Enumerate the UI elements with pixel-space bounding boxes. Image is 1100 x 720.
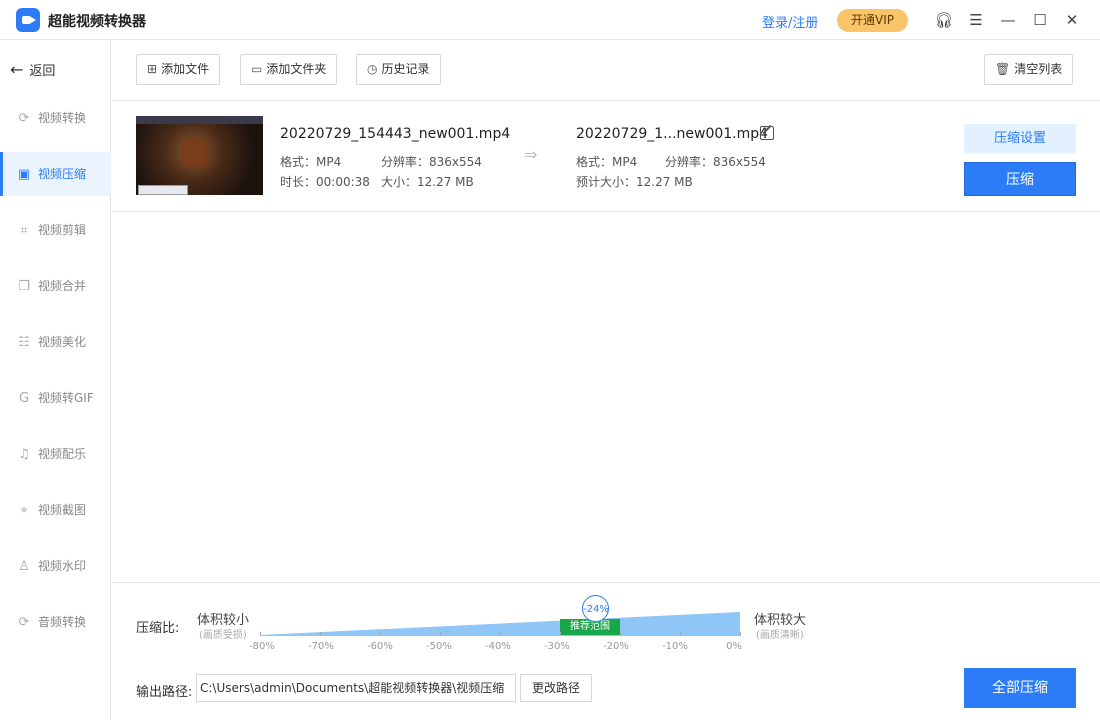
tick-label: -40%: [485, 641, 511, 652]
tick-mark: [440, 632, 441, 636]
tick-label: -20%: [603, 641, 629, 652]
screenshot-icon: ⌖: [20, 503, 28, 518]
compression-ratio-label: 压缩比:: [136, 621, 180, 636]
output-path-label: 输出路径:: [136, 685, 193, 700]
tick-mark: [320, 632, 321, 636]
sidebar-item-label: 视频转换: [38, 111, 87, 125]
audio-convert-icon: ⟳: [18, 615, 30, 630]
add-folder-label: 添加文件夹: [266, 62, 327, 76]
sidebar-item-label: 视频美化: [38, 335, 87, 349]
sidebar-item-video-compress[interactable]: ▣ 视频压缩: [0, 152, 111, 196]
compress-all-button[interactable]: 全部压缩: [964, 668, 1076, 708]
sidebar: ← 返回 ⟳ 视频转换 ▣ 视频压缩 ⌗ 视频剪辑 ❐ 视频合并 ☷ 视频美化 G 视频转GI…: [0, 40, 111, 720]
sidebar-item-video-music[interactable]: ♫ 视频配乐: [0, 432, 111, 476]
history-label: 历史记录: [381, 62, 430, 76]
history-button[interactable]: ◷ 历史记录: [356, 54, 441, 85]
add-file-icon: ⊞: [147, 62, 158, 76]
sidebar-item-video-screenshot[interactable]: ⌖ 视频截图: [0, 488, 111, 532]
sidebar-item-video-merge[interactable]: ❐ 视频合并: [0, 264, 111, 308]
sidebar-item-label: 视频水印: [38, 559, 87, 573]
clear-list-label: 清空列表: [1014, 62, 1063, 76]
tick-label: -30%: [544, 641, 570, 652]
convert-arrow-icon: ⇒: [524, 145, 538, 164]
sidebar-item-label: 视频压缩: [38, 167, 87, 181]
sidebar-item-label: 视频截图: [38, 503, 87, 517]
output-path-field[interactable]: C:\Users\admin\Documents\超能视频转换器\视频压缩: [196, 674, 516, 702]
add-folder-button[interactable]: ▭ 添加文件夹: [240, 54, 338, 85]
login-register-link[interactable]: 登录/注册: [762, 12, 818, 31]
maximize-icon[interactable]: ☐: [1030, 10, 1050, 30]
folder-icon: ▭: [251, 62, 263, 76]
music-icon: ♫: [18, 447, 30, 462]
crop-icon: ⌗: [20, 223, 28, 238]
tick-mark: [740, 632, 741, 636]
target-size: 预计大小：12.27 MB: [576, 175, 693, 189]
tick-mark: [620, 632, 621, 636]
compression-slider-handle[interactable]: -24%: [582, 595, 609, 622]
tick-mark: [500, 632, 501, 636]
vip-button[interactable]: 开通VIP: [837, 9, 908, 32]
tick-label: -60%: [367, 641, 393, 652]
app-title: 超能视频转换器: [48, 14, 146, 30]
tick-mark: [260, 632, 261, 636]
source-duration: 时长：00:00:38: [280, 175, 370, 189]
back-label: 返回: [29, 64, 56, 79]
tick-label: -70%: [308, 641, 334, 652]
source-file-name: 20220729_154443_new001.mp4: [280, 126, 511, 142]
compress-settings-button[interactable]: 压缩设置: [964, 124, 1076, 153]
menu-icon[interactable]: ☰: [966, 10, 986, 30]
headset-icon[interactable]: 🎧︎: [934, 10, 954, 30]
larger-size-hint: (画质清晰): [756, 630, 804, 641]
clear-list-button[interactable]: 🗑︎ 清空列表: [984, 54, 1074, 85]
sidebar-item-label: 视频配乐: [38, 447, 87, 461]
change-path-button[interactable]: 更改路径: [520, 674, 592, 702]
video-thumbnail: [136, 116, 263, 195]
app-logo-icon: [16, 8, 40, 32]
add-file-label: 添加文件: [161, 62, 210, 76]
tick-label: 0%: [726, 641, 742, 652]
clock-icon: ◷: [367, 62, 378, 76]
close-icon[interactable]: ✕: [1062, 10, 1082, 30]
tick-label: -10%: [662, 641, 688, 652]
sidebar-item-video-beautify[interactable]: ☷ 视频美化: [0, 320, 111, 364]
tick-label: -50%: [426, 641, 452, 652]
sidebar-item-video-edit[interactable]: ⌗ 视频剪辑: [0, 208, 111, 252]
sidebar-item-video-convert[interactable]: ⟳ 视频转换: [0, 96, 111, 140]
tick-label: -80%: [249, 641, 275, 652]
sidebar-item-label: 视频合并: [38, 279, 87, 293]
target-format: 格式：MP4: [576, 155, 638, 169]
title-bar: 超能视频转换器 登录/注册 开通VIP 🎧︎ ☰ — ☐ ✕: [0, 0, 1100, 40]
compress-icon: ▣: [17, 167, 31, 182]
file-row: 20220729_154443_new001.mp4 格式：MP4 分辨率：83…: [112, 101, 1100, 212]
sidebar-item-label: 音频转换: [38, 615, 87, 629]
convert-icon: ⟳: [18, 111, 30, 126]
target-file-name: 20220729_1...new001.mp4: [576, 126, 769, 142]
gif-icon: G: [18, 391, 30, 406]
back-arrow-icon: ←: [10, 60, 24, 79]
watermark-icon: ♙: [18, 559, 30, 574]
merge-icon: ❐: [18, 279, 30, 294]
sidebar-item-video-watermark[interactable]: ♙ 视频水印: [0, 544, 111, 588]
source-resolution: 分辨率：836x554: [381, 155, 482, 169]
sidebar-item-video-gif[interactable]: G 视频转GIF: [0, 376, 111, 420]
sidebar-item-audio-convert[interactable]: ⟳ 音频转换: [0, 600, 111, 644]
divider: [112, 582, 1100, 583]
smaller-size-hint: (画质受损): [199, 630, 247, 641]
tick-mark: [380, 632, 381, 636]
tick-mark: [560, 632, 561, 636]
target-resolution: 分辨率：836x554: [665, 155, 766, 169]
back-button[interactable]: ← 返回: [10, 60, 55, 79]
adjust-icon: ☷: [18, 335, 30, 350]
source-format: 格式：MP4: [280, 155, 342, 169]
compress-button[interactable]: 压缩: [964, 162, 1076, 196]
trash-icon: 🗑︎: [995, 62, 1011, 76]
sidebar-item-label: 视频转GIF: [38, 391, 94, 405]
sidebar-item-label: 视频剪辑: [38, 223, 87, 237]
tick-mark: [680, 632, 681, 636]
minimize-icon[interactable]: —: [998, 10, 1018, 30]
add-file-button[interactable]: ⊞ 添加文件: [136, 54, 221, 85]
source-size: 大小：12.27 MB: [381, 175, 474, 189]
edit-name-icon[interactable]: [760, 126, 774, 140]
